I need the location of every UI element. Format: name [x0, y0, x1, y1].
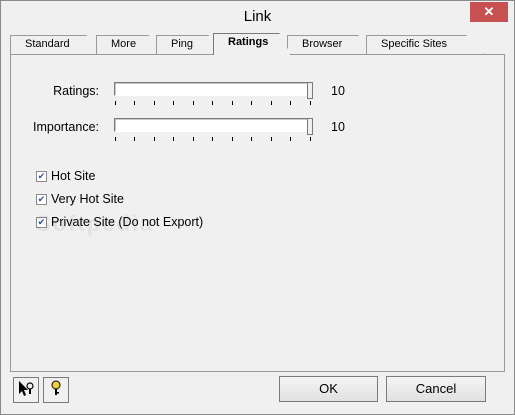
very-hot-site-label: Very Hot Site [51, 192, 124, 206]
cancel-button[interactable]: Cancel [386, 376, 486, 402]
ratings-value: 10 [331, 84, 345, 98]
watermark: Softpedia [36, 211, 155, 236]
title-bar: Link ✕ [1, 1, 514, 31]
ratings-slider[interactable] [114, 82, 314, 108]
hot-site-checkbox[interactable]: ✔ [36, 171, 47, 182]
whats-this-button[interactable] [13, 377, 39, 403]
close-button[interactable]: ✕ [470, 2, 508, 22]
pointer-help-icon [17, 380, 35, 401]
tab-bar: Standard More Ping Ratings Browser Speci… [10, 33, 505, 55]
tab-more[interactable]: More [96, 35, 158, 54]
tab-ratings[interactable]: Ratings [213, 33, 291, 55]
ratings-slider-track [114, 82, 311, 96]
window-title: Link [243, 8, 272, 25]
link-dialog: Link ✕ Standard More Ping Ratings Browse… [0, 0, 515, 415]
importance-slider-thumb[interactable] [307, 118, 313, 135]
hot-site-label: Hot Site [51, 169, 96, 183]
question-icon [49, 380, 63, 401]
tab-standard[interactable]: Standard [10, 35, 100, 54]
ratings-slider-ticks [114, 101, 311, 107]
importance-value: 10 [331, 120, 345, 134]
importance-slider-track [114, 118, 311, 132]
tab-browser[interactable]: Browser [287, 35, 371, 54]
tab-specific-sites[interactable]: Specific Sites [366, 35, 484, 54]
ok-button[interactable]: OK [279, 376, 378, 402]
ratings-label: Ratings: [53, 84, 99, 98]
tab-ping[interactable]: Ping [156, 35, 218, 54]
importance-slider[interactable] [114, 118, 314, 144]
importance-slider-ticks [114, 137, 311, 143]
importance-label: Importance: [32, 120, 99, 134]
very-hot-site-checkbox[interactable]: ✔ [36, 194, 47, 205]
help-button[interactable] [43, 377, 69, 403]
ratings-slider-thumb[interactable] [307, 82, 313, 99]
